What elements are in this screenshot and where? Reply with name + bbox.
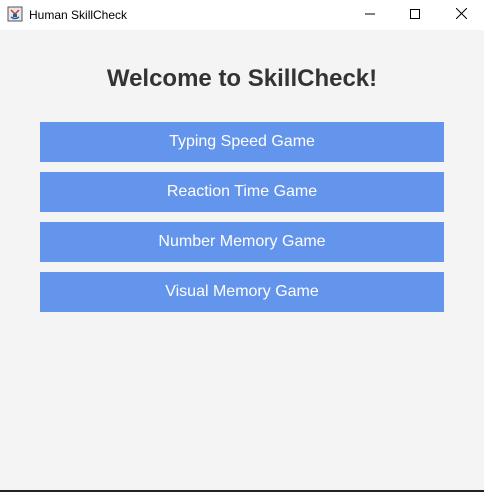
minimize-button[interactable] (347, 0, 393, 30)
java-app-icon (7, 6, 23, 22)
welcome-heading: Welcome to SkillCheck! (106, 65, 378, 92)
close-button[interactable] (438, 0, 484, 30)
app-window: Human SkillCheck Welcome to SkillCheck! … (0, 0, 484, 492)
visual-memory-game-button[interactable]: Visual Memory Game (40, 272, 444, 312)
window-title: Human SkillCheck (29, 8, 128, 22)
maximize-button[interactable] (392, 0, 438, 30)
number-memory-game-button[interactable]: Number Memory Game (40, 222, 444, 262)
reaction-time-game-button[interactable]: Reaction Time Game (40, 172, 444, 212)
title-bar[interactable]: Human SkillCheck (0, 0, 484, 30)
maximize-icon (410, 6, 420, 24)
close-icon (455, 6, 467, 24)
typing-speed-game-button[interactable]: Typing Speed Game (40, 122, 444, 162)
minimize-icon (365, 6, 375, 24)
main-panel: Welcome to SkillCheck! Typing Speed Game… (0, 30, 484, 491)
